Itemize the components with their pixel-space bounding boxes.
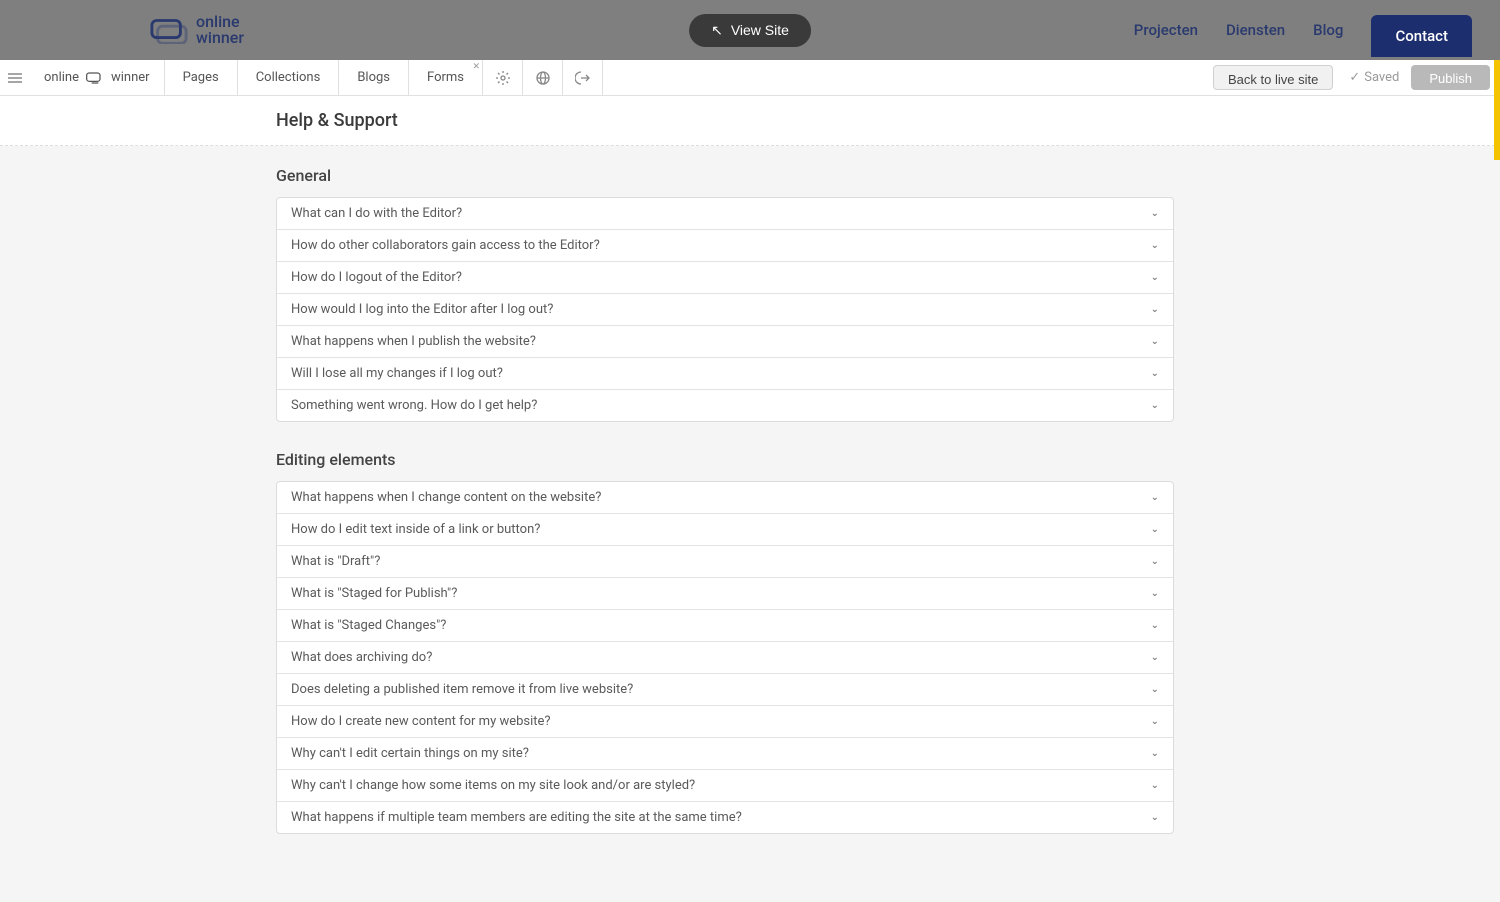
nav-contact-button[interactable]: Contact [1371,15,1472,57]
brand-tab: online winner [30,60,165,95]
faq-item[interactable]: What is "Draft"? ⌄ [277,546,1173,578]
logo-text-2: winner [196,30,244,46]
faq-question: How do I logout of the Editor? [291,270,462,285]
nav-diensten[interactable]: Diensten [1226,21,1285,39]
chevron-down-icon: ⌄ [1151,400,1159,411]
chevron-down-icon: ⌄ [1151,336,1159,347]
faq-item[interactable]: What happens when I change content on th… [277,482,1173,514]
logo-icon [150,16,188,44]
faq-item[interactable]: Why can't I edit certain things on my si… [277,738,1173,770]
faq-item[interactable]: How do I edit text inside of a link or b… [277,514,1173,546]
publish-button[interactable]: Publish [1411,65,1490,90]
underlying-site-header: online winner ↖ View Site Projecten Dien… [0,0,1500,60]
faq-item[interactable]: What is "Staged Changes"? ⌄ [277,610,1173,642]
settings-icon[interactable] [483,60,523,95]
accordion-general: What can I do with the Editor? ⌄ How do o… [276,197,1174,422]
faq-question: What does archiving do? [291,650,432,665]
chevron-down-icon: ⌄ [1151,588,1159,599]
chevron-down-icon: ⌄ [1151,684,1159,695]
site-logo: online winner [150,14,244,46]
logout-icon[interactable] [563,60,603,95]
faq-question: Does deleting a published item remove it… [291,682,633,697]
section-title: General [276,166,1174,185]
nav-projecten[interactable]: Projecten [1134,21,1198,39]
brand-label-1: online [44,70,79,85]
faq-question: What happens when I change content on th… [291,490,601,505]
title-bar: Help & Support [0,96,1500,146]
faq-question: How do I create new content for my websi… [291,714,551,729]
back-to-live-button[interactable]: Back to live site [1213,65,1333,90]
chevron-down-icon: ⌄ [1151,304,1159,315]
tab-forms-label: Forms [427,70,464,85]
tab-collections[interactable]: Collections [238,60,340,95]
view-site-button[interactable]: ↖ View Site [689,14,811,47]
section-title: Editing elements [276,450,1174,469]
faq-item[interactable]: How would I log into the Editor after I … [277,294,1173,326]
faq-item[interactable]: How do I logout of the Editor? ⌄ [277,262,1173,294]
faq-question: Why can't I edit certain things on my si… [291,746,529,761]
editor-toolbar: online winner Pages Collections Blogs Fo… [0,60,1500,96]
faq-question: What is "Staged for Publish"? [291,586,457,601]
chevron-down-icon: ⌄ [1151,556,1159,567]
faq-item[interactable]: What does archiving do? ⌄ [277,642,1173,674]
chevron-down-icon: ⌄ [1151,780,1159,791]
faq-item[interactable]: Does deleting a published item remove it… [277,674,1173,706]
chevron-down-icon: ⌄ [1151,716,1159,727]
site-nav: Projecten Diensten Blog Contact [1134,15,1472,45]
faq-item[interactable]: Why can't I change how some items on my … [277,770,1173,802]
saved-label: Saved [1364,70,1399,85]
faq-question: What happens if multiple team members ar… [291,810,742,825]
check-icon: ✓ [1349,70,1360,85]
chevron-down-icon: ⌄ [1151,208,1159,219]
chevron-down-icon: ⌄ [1151,272,1159,283]
faq-question: How do I edit text inside of a link or b… [291,522,540,537]
brand-label-2: winner [111,70,150,85]
chevron-down-icon: ⌄ [1151,524,1159,535]
faq-item[interactable]: What can I do with the Editor? ⌄ [277,198,1173,230]
faq-question: Why can't I change how some items on my … [291,778,695,793]
faq-question: What is "Draft"? [291,554,380,569]
saved-status: ✓ Saved [1341,60,1407,95]
section-general: General What can I do with the Editor? ⌄ … [276,166,1174,422]
faq-question: How do other collaborators gain access t… [291,238,600,253]
content-area: General What can I do with the Editor? ⌄ … [0,146,1500,902]
globe-icon[interactable] [523,60,563,95]
tab-forms[interactable]: Forms ✕ [409,60,483,95]
section-editing-elements: Editing elements What happens when I cha… [276,450,1174,834]
faq-question: How would I log into the Editor after I … [291,302,553,317]
nav-blog[interactable]: Blog [1313,21,1343,39]
view-site-label: View Site [731,22,789,38]
faq-item[interactable]: Something went wrong. How do I get help?… [277,390,1173,421]
faq-question: What is "Staged Changes"? [291,618,446,633]
faq-item[interactable]: How do I create new content for my websi… [277,706,1173,738]
close-icon[interactable]: ✕ [472,62,480,72]
chevron-down-icon: ⌄ [1151,620,1159,631]
faq-question: Something went wrong. How do I get help? [291,398,537,413]
faq-question: What happens when I publish the website? [291,334,536,349]
tab-blogs[interactable]: Blogs [339,60,409,95]
cursor-icon: ↖ [711,22,723,39]
tab-pages[interactable]: Pages [165,60,238,95]
scrollbar-indicator[interactable] [1494,60,1500,160]
faq-item[interactable]: What happens when I publish the website?… [277,326,1173,358]
faq-question: Will I lose all my changes if I log out? [291,366,503,381]
faq-item[interactable]: How do other collaborators gain access t… [277,230,1173,262]
faq-item[interactable]: What is "Staged for Publish"? ⌄ [277,578,1173,610]
chevron-down-icon: ⌄ [1151,368,1159,379]
faq-question: What can I do with the Editor? [291,206,462,221]
accordion-editing: What happens when I change content on th… [276,481,1174,834]
chevron-down-icon: ⌄ [1151,748,1159,759]
hamburger-icon[interactable] [0,60,30,95]
faq-item[interactable]: What happens if multiple team members ar… [277,802,1173,833]
faq-item[interactable]: Will I lose all my changes if I log out?… [277,358,1173,390]
chevron-down-icon: ⌄ [1151,812,1159,823]
chevron-down-icon: ⌄ [1151,652,1159,663]
chevron-down-icon: ⌄ [1151,240,1159,251]
page-title: Help & Support [276,110,1176,131]
chevron-down-icon: ⌄ [1151,492,1159,503]
brand-mini-icon [85,71,105,85]
